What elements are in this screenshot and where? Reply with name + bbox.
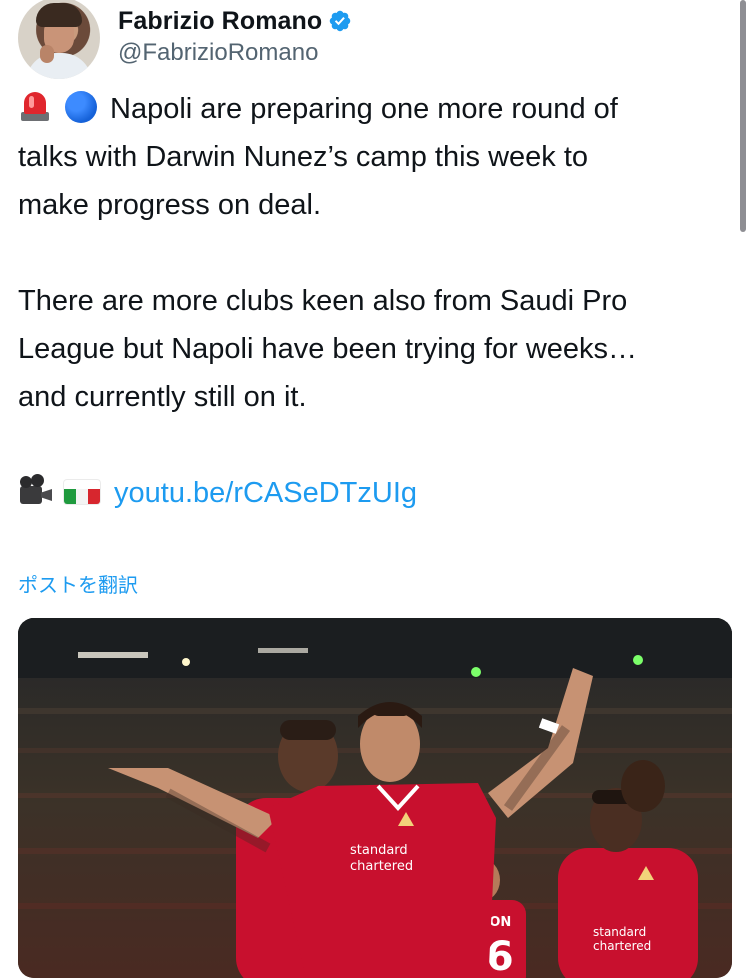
tweet-line-5: League but Napoli have been trying for w… (18, 333, 638, 365)
author-block[interactable]: Fabrizio Romano @FabrizioRomano (118, 3, 352, 67)
scrollbar[interactable] (740, 0, 746, 232)
tweet-text: Napoli are preparing one more round of t… (18, 85, 718, 517)
italy-flag-icon (64, 480, 100, 504)
tweet-line-3: make progress on deal. (18, 189, 322, 221)
sponsor-text-1: standard (350, 843, 408, 858)
avatar[interactable] (18, 0, 100, 79)
siren-icon (18, 90, 52, 124)
author-handle[interactable]: @FabrizioRomano (118, 39, 352, 67)
author-name[interactable]: Fabrizio Romano (118, 7, 322, 36)
tweet-link-line: youtu.be/rCASeDTzUIg (18, 469, 718, 517)
football-photo: standard chartered IERTSON 26 standard c… (18, 618, 732, 978)
tweet-line-4: There are more clubs keen also from Saud… (18, 285, 628, 317)
tweet-line-2: talks with Darwin Nunez’s camp this week… (18, 141, 589, 173)
movie-camera-icon (18, 474, 52, 508)
tweet-line-1: Napoli are preparing one more round of (18, 85, 718, 133)
blue-circle-icon (64, 90, 98, 124)
tweet-media-image[interactable]: standard chartered IERTSON 26 standard c… (18, 618, 732, 978)
tweet-line-6: and currently still on it. (18, 381, 307, 413)
sponsor-text-4: chartered (593, 939, 651, 953)
sponsor-text-3: standard (593, 925, 646, 939)
verified-badge-icon (330, 10, 351, 32)
youtube-link[interactable]: youtu.be/rCASeDTzUIg (114, 477, 417, 509)
tweet-header: Fabrizio Romano @FabrizioRomano (18, 0, 352, 80)
tweet-text-line: Napoli are preparing one more round of (110, 93, 618, 125)
sponsor-text-2: chartered (350, 859, 413, 874)
translate-post-link[interactable]: ポストを翻訳 (18, 569, 138, 598)
